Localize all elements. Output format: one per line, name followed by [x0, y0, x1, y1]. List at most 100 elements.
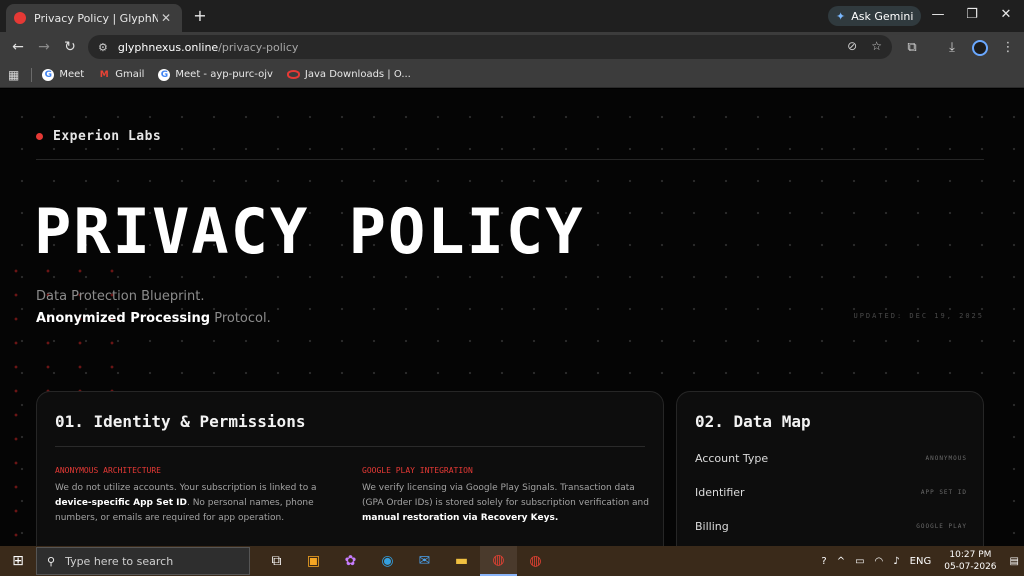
bookmark-label: Java Downloads | O... [304, 69, 411, 80]
bookmarks-separator [31, 67, 33, 82]
mail-icon[interactable]: ✉ [406, 546, 443, 576]
menu-kebab-icon[interactable]: ⋮ [998, 40, 1018, 55]
chevron-up-icon[interactable]: ^ [837, 556, 845, 567]
chrome-icon[interactable]: ◍ [480, 546, 517, 576]
anonymous-architecture-block: ANONYMOUS ARCHITECTURE We do not utilize… [55, 466, 345, 526]
restore-icon[interactable]: ❐ [960, 7, 984, 22]
taskbar: ⊞ ⚲ Type here to search ⧉ ▣ ✿ ◉ ✉ ▬ ◍ ◍ … [0, 546, 1024, 576]
brand[interactable]: Experion Labs [36, 129, 161, 144]
clock-time: 10:27 PM [949, 550, 992, 560]
identity-permissions-card: 01. Identity & Permissions ANONYMOUS ARC… [36, 391, 664, 546]
row-value: ANONYMOUS [925, 455, 967, 462]
text-part: We verify licensing via Google Play Sign… [362, 483, 649, 508]
extensions-icon[interactable]: ⧉ [902, 40, 922, 55]
oracle-icon [286, 70, 300, 79]
tab-title: Privacy Policy | GlyphNexus [34, 11, 158, 25]
bookmarks-bar: ▦ G Meet M Gmail G Meet - ayp-purc-ojv J… [0, 62, 1024, 88]
bookmark-label: Meet - ayp-purc-ojv [175, 69, 273, 80]
text-part: We do not utilize accounts. Your subscri… [55, 483, 317, 493]
bookmark-meet[interactable]: G Meet [42, 68, 85, 81]
help-icon[interactable]: ? [821, 556, 826, 567]
task-view-icon[interactable]: ⧉ [258, 546, 295, 576]
apps-grid-icon[interactable]: ▦ [8, 68, 19, 82]
taskbar-search[interactable]: ⚲ Type here to search [36, 547, 250, 575]
section-title: 01. Identity & Permissions [55, 412, 306, 431]
store-icon[interactable]: ▣ [295, 546, 332, 576]
close-tab-icon[interactable]: ✕ [158, 11, 174, 25]
google-play-integration-block: GOOGLE PLAY INTEGRATION We verify licens… [362, 466, 652, 526]
url-host: glyphnexus.online [117, 40, 219, 54]
row-value: GOOGLE PLAY [916, 523, 967, 530]
row-key: Billing [695, 520, 729, 533]
language-indicator[interactable]: ENG [910, 556, 932, 567]
tab-privacy-policy[interactable]: Privacy Policy | GlyphNexus ✕ [6, 4, 182, 32]
bookmark-meet-call[interactable]: G Meet - ayp-purc-ojv [158, 68, 273, 81]
close-window-icon[interactable]: ✕ [994, 7, 1018, 22]
bookmark-java-downloads[interactable]: Java Downloads | O... [286, 69, 411, 80]
chrome-profile-icon[interactable]: ◍ [517, 546, 554, 576]
search-icon: ⚲ [47, 554, 56, 568]
subtitle-rest: Protocol. [210, 311, 271, 326]
file-explorer-icon[interactable]: ▬ [443, 546, 480, 576]
bookmark-label: Gmail [115, 69, 145, 80]
url-path: /privacy-policy [218, 40, 299, 54]
back-icon[interactable]: ← [8, 39, 28, 55]
header-divider [36, 159, 984, 160]
download-icon[interactable]: ⤓ [942, 40, 962, 55]
battery-icon[interactable]: ▭ [855, 556, 864, 567]
ask-gemini-button[interactable]: ✦ Ask Gemini [828, 6, 922, 26]
data-map-card: 02. Data Map Account Type ANONYMOUS Iden… [676, 391, 984, 546]
row-value: APP SET ID [920, 489, 967, 496]
minimize-icon[interactable]: — [926, 7, 950, 22]
row-key: Account Type [695, 452, 769, 465]
subtitle-strong: Anonymized Processing [36, 311, 211, 326]
brand-dot-icon [36, 133, 43, 140]
bookmark-label: Meet [59, 69, 85, 80]
clock[interactable]: 10:27 PM 05-07-2026 [944, 549, 996, 573]
bookmark-gmail[interactable]: M Gmail [98, 69, 145, 81]
gmail-icon: M [99, 69, 109, 80]
subtitle-line-1: Data Protection Blueprint. [36, 289, 205, 304]
clock-date: 05-07-2026 [944, 562, 997, 572]
site-favicon-icon [14, 12, 26, 24]
gemini-sparkle-icon: ✦ [836, 9, 846, 23]
profile-avatar-icon[interactable] [972, 40, 988, 56]
google-icon: G [42, 68, 55, 81]
reload-icon[interactable]: ↻ [60, 39, 80, 55]
subtitle-line-2: Anonymized Processing Protocol. [36, 311, 271, 326]
new-tab-button[interactable]: + [190, 6, 210, 25]
text-bold: manual restoration via Recovery Keys. [362, 513, 559, 523]
text-bold: device-specific App Set ID [55, 498, 187, 508]
data-map-row: Identifier APP SET ID [695, 486, 967, 499]
page-content: Experion Labs PRIVACY POLICY Data Protec… [0, 89, 1024, 546]
windows-start-icon[interactable]: ⊞ [0, 553, 36, 569]
tab-strip: Privacy Policy | GlyphNexus ✕ + ✦ Ask Ge… [0, 0, 1024, 32]
ask-gemini-label: Ask Gemini [851, 9, 914, 23]
site-info-icon[interactable]: ⚙ [98, 41, 108, 54]
block-text: We do not utilize accounts. Your subscri… [55, 481, 345, 526]
notifications-icon[interactable]: ▤ [1010, 556, 1019, 567]
browser-toolbar: ← → ↻ ⚙ glyphnexus.online /privacy-polic… [0, 32, 1024, 62]
eye-off-icon[interactable]: ⊘ [847, 39, 857, 53]
bookmark-star-icon[interactable]: ☆ [871, 39, 882, 53]
volume-icon[interactable]: ♪ [893, 556, 899, 567]
block-label: ANONYMOUS ARCHITECTURE [55, 466, 161, 475]
section-title: 02. Data Map [695, 412, 811, 431]
edge-icon[interactable]: ◉ [369, 546, 406, 576]
forward-icon[interactable]: → [34, 39, 54, 55]
page-title: PRIVACY POLICY [34, 195, 585, 268]
brand-name: Experion Labs [53, 129, 162, 144]
data-map-row: Account Type ANONYMOUS [695, 452, 967, 465]
data-map-row: Billing GOOGLE PLAY [695, 520, 967, 533]
updated-date: UPDATED: DEC 19, 2025 [853, 312, 984, 320]
copilot-icon[interactable]: ✿ [332, 546, 369, 576]
google-icon: G [158, 68, 171, 81]
block-label: GOOGLE PLAY INTEGRATION [362, 466, 473, 475]
address-bar[interactable]: ⚙ glyphnexus.online /privacy-policy ⊘ ☆ [88, 35, 892, 59]
system-tray: ? ^ ▭ ◠ ♪ ENG 10:27 PM 05-07-2026 ▤ [816, 546, 1024, 576]
search-placeholder: Type here to search [65, 554, 174, 568]
block-text: We verify licensing via Google Play Sign… [362, 481, 652, 526]
network-icon[interactable]: ◠ [875, 556, 884, 567]
card-divider [55, 446, 645, 447]
taskbar-apps: ⧉ ▣ ✿ ◉ ✉ ▬ ◍ ◍ [258, 546, 554, 576]
